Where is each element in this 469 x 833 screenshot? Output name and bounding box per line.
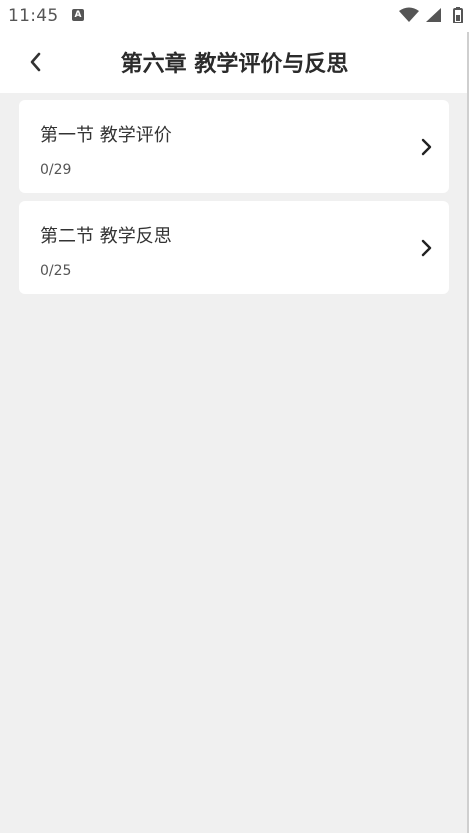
battery-icon xyxy=(453,7,463,23)
section-title: 第二节 教学反思 xyxy=(40,226,172,247)
chevron-right-icon xyxy=(421,239,432,257)
notification-icon: A xyxy=(72,9,84,21)
app-bar: 第六章 教学评价与反思 xyxy=(0,32,469,93)
section-list: 第一节 教学评价 0/29 第二节 教学反思 0/25 xyxy=(19,100,449,302)
section-card-1[interactable]: 第一节 教学评价 0/29 xyxy=(19,100,449,193)
section-progress: 0/25 xyxy=(40,263,72,279)
page-title: 第六章 教学评价与反思 xyxy=(120,52,349,77)
status-time: 11:45 xyxy=(8,6,59,26)
status-bar: 11:45 A xyxy=(0,0,469,32)
wifi-icon xyxy=(399,7,419,22)
section-title: 第一节 教学评价 xyxy=(40,125,172,146)
signal-icon xyxy=(426,8,441,22)
section-card-2[interactable]: 第二节 教学反思 0/25 xyxy=(19,201,449,294)
chevron-right-icon xyxy=(421,138,432,156)
section-progress: 0/29 xyxy=(40,162,72,178)
